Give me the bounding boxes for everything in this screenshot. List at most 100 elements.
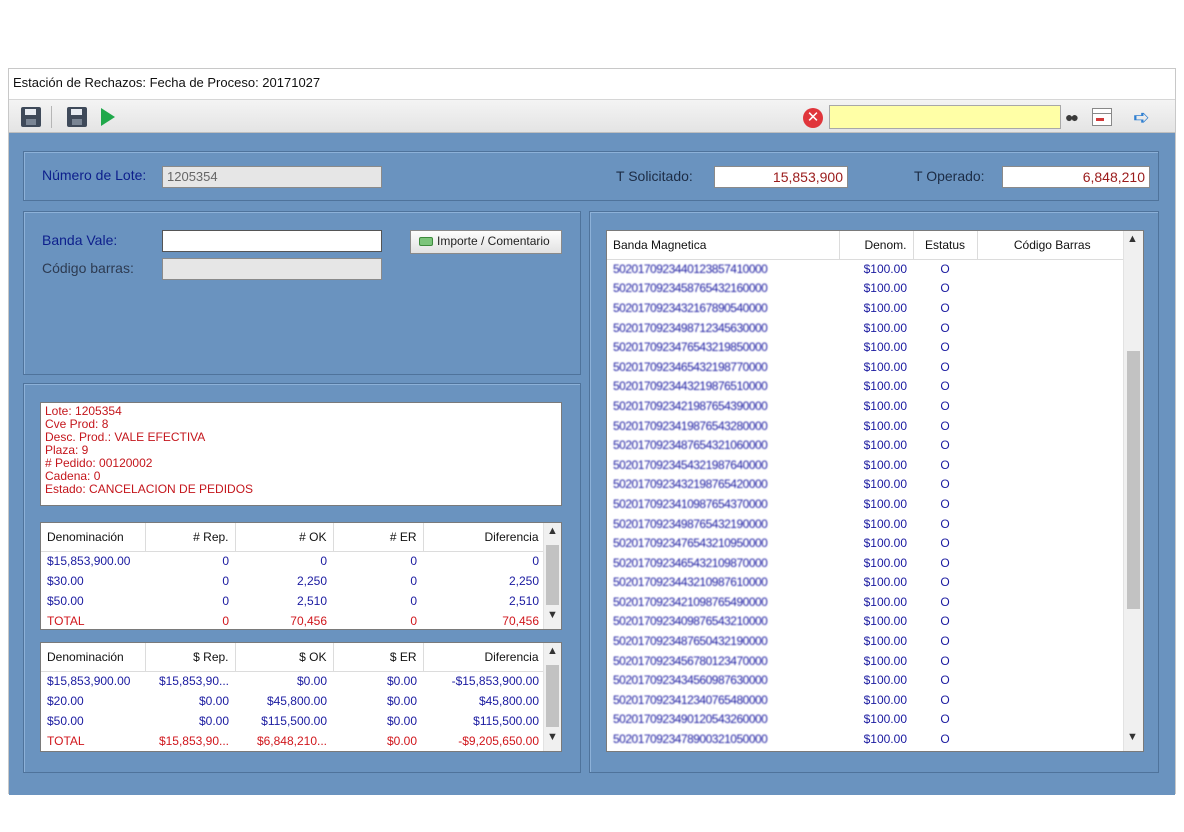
- column-header[interactable]: $ OK: [235, 643, 334, 672]
- table-cell: 5020170923498712345630000: [613, 320, 768, 335]
- table-row[interactable]: 5020170923476543219850000 $100.00 O: [607, 337, 1127, 357]
- table-row[interactable]: 5020170923443210987610000 $100.00 O: [607, 573, 1127, 593]
- table-cell: $0.00: [296, 674, 327, 689]
- save-button[interactable]: [19, 105, 43, 129]
- table-cell: O: [940, 262, 950, 277]
- save-as-button[interactable]: [65, 105, 89, 129]
- table-row[interactable]: 5020170923440123857410000 $100.00 O: [607, 259, 1127, 279]
- table-cell: 0: [320, 554, 327, 569]
- scroll-up-icon[interactable]: ▲: [1124, 233, 1141, 251]
- table-cell: $45,800.00: [266, 694, 327, 708]
- column-header[interactable]: Diferencia: [423, 643, 546, 672]
- table-row[interactable]: 5020170923421098765490000 $100.00 O: [607, 592, 1127, 612]
- table-cell: 0: [410, 594, 417, 608]
- table-row[interactable]: 5020170923454321987640000 $100.00 O: [607, 455, 1127, 475]
- banda-panel: Banda Vale: Importe / Comentario Código …: [23, 211, 581, 375]
- lote-field[interactable]: 1205354: [162, 166, 382, 188]
- table-row[interactable]: 5020170923456780123470000 $100.00 O: [607, 651, 1127, 671]
- table-cell: 2,510: [508, 594, 539, 608]
- table-row[interactable]: 5020170923458765432160000 $100.00 O: [607, 279, 1127, 299]
- total-row[interactable]: TOTAL $15,853,90... $6,848,210... $0.00 …: [41, 731, 545, 751]
- column-header[interactable]: # Rep.: [145, 523, 236, 552]
- scroll-thumb[interactable]: [546, 545, 559, 605]
- column-header[interactable]: Código Barras: [977, 231, 1127, 260]
- table-cell: [977, 592, 1127, 612]
- table-row[interactable]: 5020170923434560987630000 $100.00 O: [607, 670, 1127, 690]
- importe-comentario-button[interactable]: Importe / Comentario: [410, 230, 562, 254]
- scroll-up-icon[interactable]: ▲: [544, 525, 561, 543]
- operado-field[interactable]: 6,848,210: [1002, 166, 1150, 188]
- filter-table-icon[interactable]: [1092, 108, 1112, 126]
- table-row[interactable]: 5020170923412340765480000 $100.00 O: [607, 690, 1127, 710]
- bands-scrollbar[interactable]: ▲ ▼: [1123, 231, 1143, 751]
- banda-input[interactable]: [162, 230, 382, 252]
- column-header[interactable]: $ Rep.: [145, 643, 236, 672]
- arrow-right-icon[interactable]: ➪: [1133, 105, 1150, 130]
- column-header[interactable]: Denominación: [41, 523, 146, 552]
- binoculars-icon[interactable]: ●●: [1065, 109, 1079, 125]
- table-row[interactable]: $30.00 0 2,250 0 2,250: [41, 571, 545, 591]
- scroll-down-icon[interactable]: ▼: [544, 609, 561, 627]
- table-row[interactable]: 5020170923432167890540000 $100.00 O: [607, 298, 1127, 318]
- table-cell: $100.00: [863, 634, 907, 649]
- table-row[interactable]: 5020170923476543210950000 $100.00 O: [607, 533, 1127, 553]
- column-header[interactable]: Denom.: [839, 231, 914, 260]
- table-row[interactable]: $20.00 $0.00 $45,800.00 $0.00 $45,800.00: [41, 691, 545, 711]
- table-cell: $100.00: [863, 712, 907, 727]
- table-row[interactable]: 5020170923487650432190000 $100.00 O: [607, 631, 1127, 651]
- table-row[interactable]: 5020170923419876543280000 $100.00 O: [607, 416, 1127, 436]
- table-cell: 5020170923476543210950000: [613, 536, 768, 551]
- table-row[interactable]: 5020170923490120543260000 $100.00 O: [607, 710, 1127, 730]
- main-content: Número de Lote: 1205354 T Solicitado: 15…: [9, 133, 1175, 795]
- table-cell: [977, 416, 1127, 436]
- search-input[interactable]: [829, 105, 1061, 129]
- table-cell: $0.00: [386, 734, 417, 748]
- column-header[interactable]: # ER: [333, 523, 424, 552]
- column-header[interactable]: Denominación: [41, 643, 146, 672]
- table-cell: [977, 612, 1127, 632]
- table-row[interactable]: 5020170923421987654390000 $100.00 O: [607, 396, 1127, 416]
- column-header[interactable]: Estatus: [913, 231, 978, 260]
- table-row[interactable]: $50.00 0 2,510 0 2,510: [41, 591, 545, 611]
- column-header[interactable]: Banda Magnetica: [607, 231, 840, 260]
- column-header[interactable]: $ ER: [333, 643, 424, 672]
- scroll-thumb[interactable]: [546, 665, 559, 727]
- info-line: Estado: CANCELACION DE PEDIDOS: [45, 482, 254, 496]
- table-row[interactable]: 5020170923465432198770000 $100.00 O: [607, 357, 1127, 377]
- table-row[interactable]: 5020170923487654321060000 $100.00 O: [607, 435, 1127, 455]
- codigo-input[interactable]: [162, 258, 382, 280]
- scroll-down-icon[interactable]: ▼: [544, 731, 561, 749]
- column-header[interactable]: Diferencia: [423, 523, 546, 552]
- window-title: Estación de Rechazos: Fecha de Proceso: …: [9, 69, 1175, 99]
- total-row[interactable]: TOTAL 0 70,456 0 70,456: [41, 611, 545, 629]
- table-row[interactable]: 5020170923409876543210000 $100.00 O: [607, 612, 1127, 632]
- amounts-scrollbar[interactable]: ▲ ▼: [543, 643, 561, 751]
- run-button[interactable]: [95, 105, 119, 129]
- table-row[interactable]: 5020170923478900321050000 $100.00 O: [607, 729, 1127, 749]
- table-row[interactable]: 5020170923498712345630000 $100.00 O: [607, 318, 1127, 338]
- column-header[interactable]: # OK: [235, 523, 334, 552]
- scroll-thumb[interactable]: [1127, 351, 1140, 609]
- table-cell: O: [940, 457, 950, 472]
- table-cell: 5020170923465432198770000: [613, 359, 768, 374]
- table-cell: O: [940, 653, 950, 668]
- table-row[interactable]: 5020170923443219876510000 $100.00 O: [607, 377, 1127, 397]
- table-cell: 2,250: [296, 574, 327, 588]
- table-row[interactable]: $50.00 $0.00 $115,500.00 $0.00 $115,500.…: [41, 711, 545, 731]
- table-cell: [977, 259, 1127, 279]
- table-row[interactable]: $15,853,900.00 0 0 0 0: [41, 551, 545, 571]
- table-row[interactable]: $15,853,900.00 $15,853,90... $0.00 $0.00…: [41, 671, 545, 691]
- clear-search-icon[interactable]: ✕: [803, 108, 823, 128]
- table-row[interactable]: 5020170923498765432190000 $100.00 O: [607, 514, 1127, 534]
- money-icon: [419, 237, 433, 246]
- table-row[interactable]: 5020170923410987654370000 $100.00 O: [607, 494, 1127, 514]
- scroll-down-icon[interactable]: ▼: [1124, 731, 1141, 749]
- solicitado-field[interactable]: 15,853,900: [714, 166, 848, 188]
- table-cell: 5020170923410987654370000: [613, 496, 768, 511]
- counts-scrollbar[interactable]: ▲ ▼: [543, 523, 561, 629]
- table-cell: O: [940, 281, 950, 296]
- table-row[interactable]: 5020170923432198765420000 $100.00 O: [607, 475, 1127, 495]
- table-row[interactable]: 5020170923465432109870000 $100.00 O: [607, 553, 1127, 573]
- table-cell: $100.00: [863, 300, 907, 315]
- scroll-up-icon[interactable]: ▲: [544, 645, 561, 663]
